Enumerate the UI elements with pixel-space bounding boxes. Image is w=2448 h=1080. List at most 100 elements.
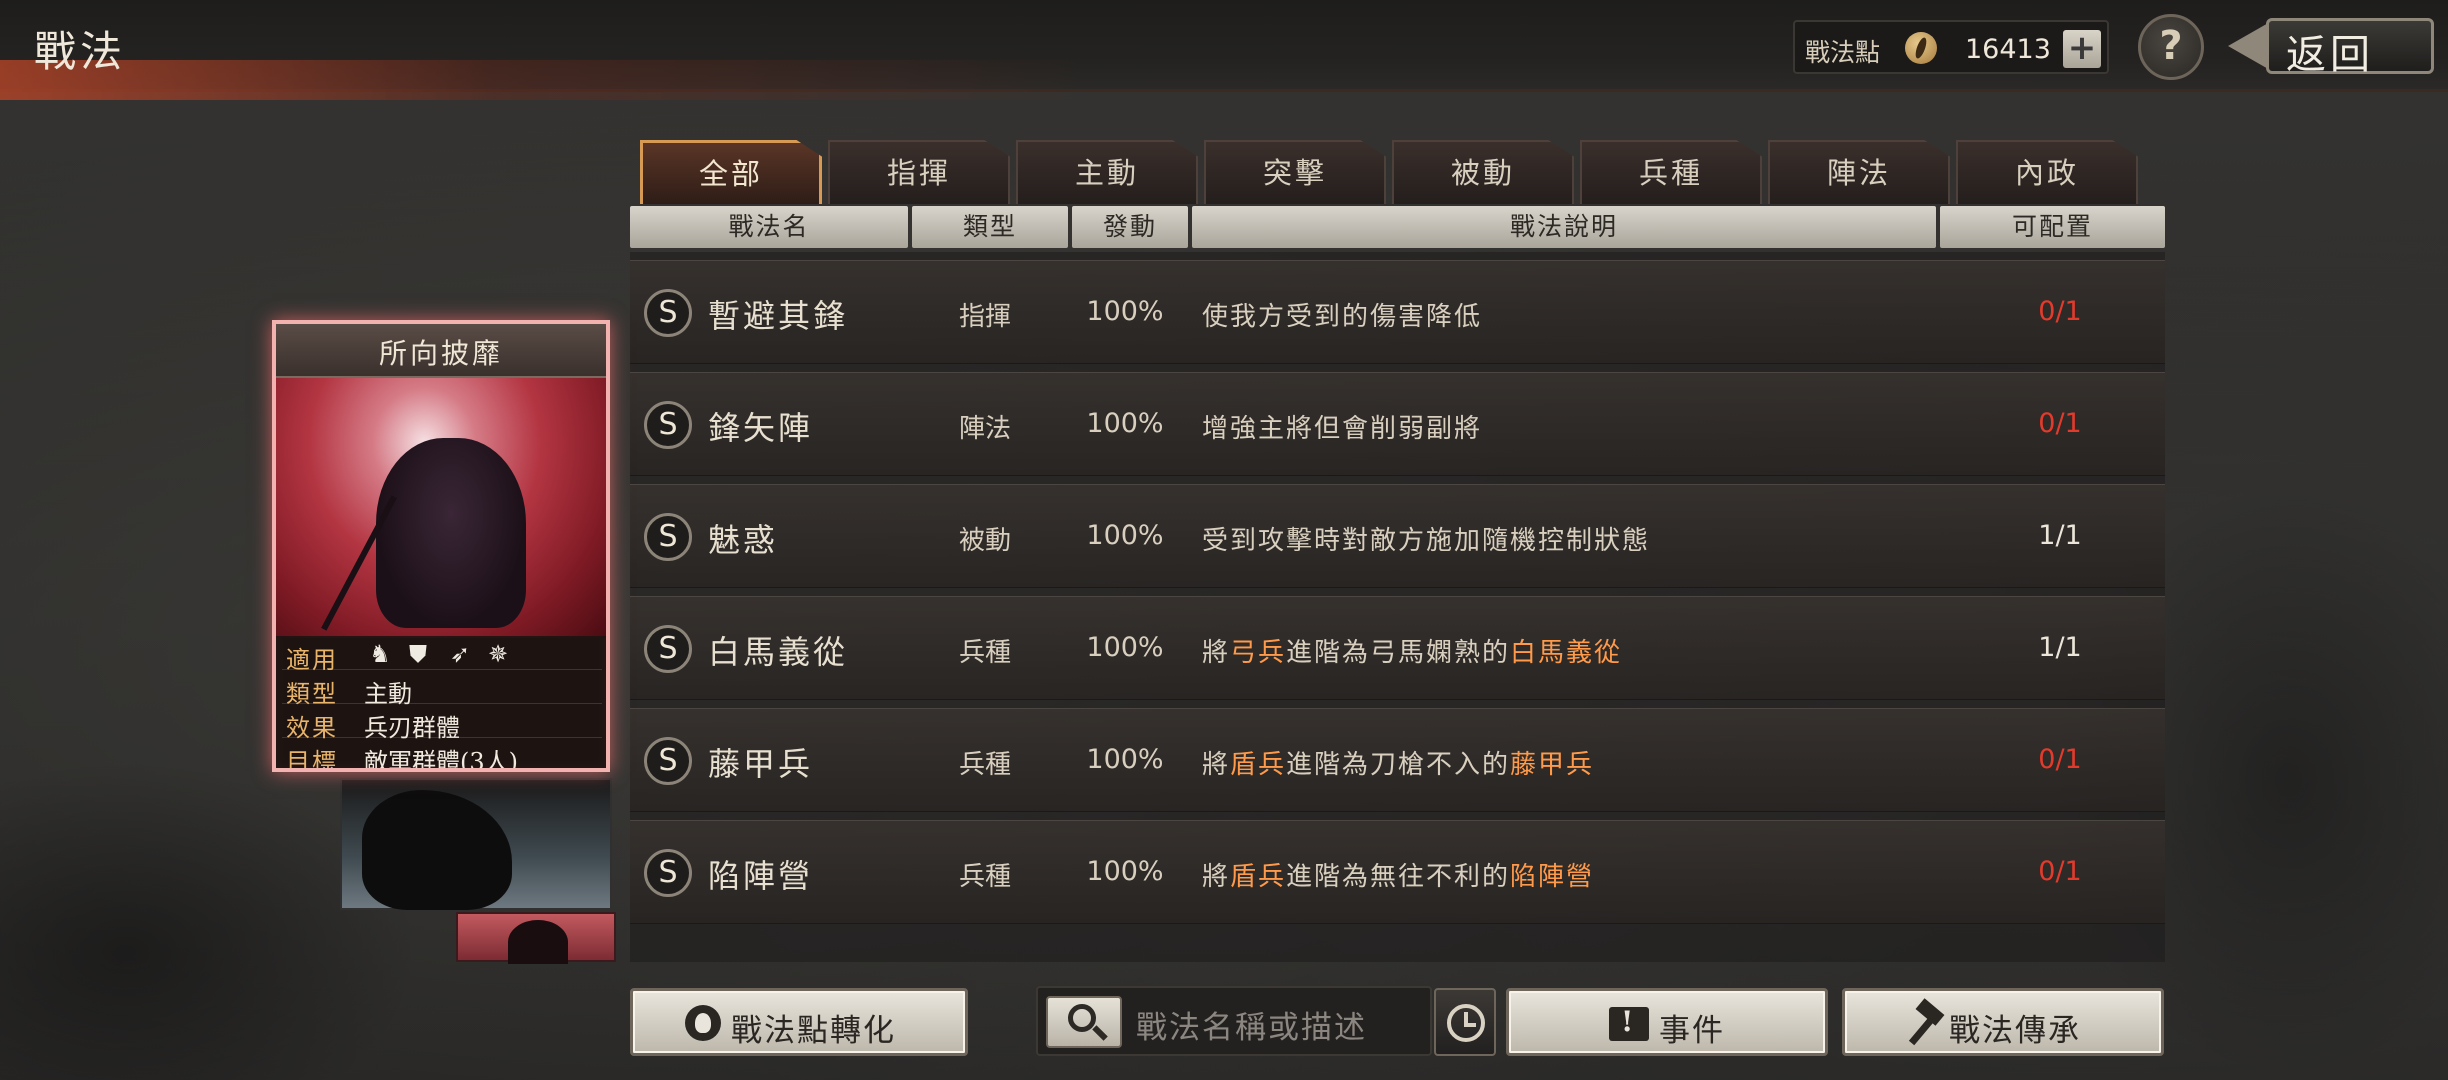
column-header-rate[interactable]: 發動 bbox=[1072, 206, 1188, 248]
category-tabs: 全部 指揮 主動 突擊 被動 兵種 陣法 內政 bbox=[640, 140, 2150, 204]
tactic-slots: 0/1 bbox=[2038, 296, 2082, 327]
grade-badge: S bbox=[644, 737, 692, 785]
tactic-row[interactable]: S 白馬義從 兵種 100% 將弓兵進階為弓馬嫻熟的白馬義從 1/1 bbox=[630, 596, 2165, 700]
chariot-icon: ✵ bbox=[487, 640, 509, 668]
card-info-value: 主動 bbox=[364, 680, 412, 708]
description-text: 將 bbox=[1202, 750, 1231, 780]
tab-all[interactable]: 全部 bbox=[640, 140, 822, 204]
shield-icon: ⛊ bbox=[409, 640, 427, 668]
tactic-type: 兵種 bbox=[958, 750, 1011, 780]
tactic-activation-rate: 100% bbox=[1086, 296, 1164, 327]
archer-icon: ➶ bbox=[449, 640, 471, 668]
description-text: 進階為無往不利的 bbox=[1286, 862, 1511, 892]
card-silhouette bbox=[508, 920, 568, 964]
card-info-target: 目標 敵軍群體(3人) bbox=[282, 740, 602, 772]
back-arrow-icon bbox=[2228, 22, 2270, 70]
description-highlight: 盾兵 bbox=[1230, 750, 1287, 780]
description-highlight: 弓兵 bbox=[1230, 638, 1287, 668]
tactic-type: 陣法 bbox=[958, 414, 1011, 444]
tactic-name: 藤甲兵 bbox=[708, 745, 814, 783]
add-points-button[interactable]: + bbox=[2063, 30, 2101, 68]
column-header-name[interactable]: 戰法名 bbox=[630, 206, 908, 248]
tactics-list[interactable]: S 暫避其鋒 指揮 100% 使我方受到的傷害降低 0/1 S 鋒矢陣 陣法 100% 增強主將但會… bbox=[630, 252, 2165, 962]
tab-troop[interactable]: 兵種 bbox=[1580, 140, 1762, 204]
tactic-slots: 0/1 bbox=[2038, 408, 2082, 439]
column-header-slots[interactable]: 可配置 bbox=[1940, 206, 2165, 248]
grade-badge: S bbox=[644, 513, 692, 561]
convert-points-label: 戰法點轉化 bbox=[731, 1013, 896, 1049]
tactic-description: 將盾兵進階為刀槍不入的藤甲兵 bbox=[1202, 744, 1594, 781]
tactic-row[interactable]: S 暫避其鋒 指揮 100% 使我方受到的傷害降低 0/1 bbox=[630, 260, 2165, 364]
description-highlight: 藤甲兵 bbox=[1510, 750, 1595, 780]
tactic-name: 鋒矢陣 bbox=[708, 409, 814, 447]
tab-assault[interactable]: 突擊 bbox=[1204, 140, 1386, 204]
tactic-slots: 0/1 bbox=[2038, 856, 2082, 887]
tactic-row[interactable]: S 陷陣營 兵種 100% 將盾兵進階為無往不利的陷陣營 0/1 bbox=[630, 820, 2165, 924]
tactic-type: 兵種 bbox=[958, 638, 1011, 668]
tactic-points-label: 戰法點 bbox=[1805, 38, 1881, 67]
back-button-label: 返回 bbox=[2286, 32, 2374, 78]
card-silhouette bbox=[362, 790, 512, 910]
event-book-icon bbox=[1609, 1005, 1649, 1041]
tactic-row[interactable]: S 藤甲兵 兵種 100% 將盾兵進階為刀槍不入的藤甲兵 0/1 bbox=[630, 708, 2165, 812]
card-info-key: 適用 bbox=[286, 646, 338, 674]
stacked-card-art bbox=[340, 778, 612, 910]
tab-passive[interactable]: 被動 bbox=[1392, 140, 1574, 204]
description-text: 將 bbox=[1202, 638, 1231, 668]
flame-icon bbox=[685, 1005, 721, 1041]
description-text: 將 bbox=[1202, 862, 1231, 892]
top-bar: 戰法 戰法點 16413 + ? 返回 bbox=[0, 0, 2448, 100]
help-button[interactable]: ? bbox=[2138, 14, 2204, 80]
card-info-value: 敵軍群體(3人) bbox=[364, 748, 518, 772]
warrior-silhouette bbox=[376, 438, 526, 628]
convert-points-button[interactable]: 戰法點轉化 bbox=[630, 988, 968, 1056]
tactic-description: 增強主將但會削弱副將 bbox=[1202, 408, 1482, 445]
grade-badge: S bbox=[644, 401, 692, 449]
tactic-name: 魅惑 bbox=[708, 521, 779, 559]
search-icon[interactable] bbox=[1046, 996, 1122, 1048]
tactic-row[interactable]: S 鋒矢陣 陣法 100% 增強主將但會削弱副將 0/1 bbox=[630, 372, 2165, 476]
tactic-row[interactable]: S 魅惑 被動 100% 受到攻擊時對敵方施加隨機控制狀態 1/1 bbox=[630, 484, 2165, 588]
tactic-activation-rate: 100% bbox=[1086, 408, 1164, 439]
tab-internal[interactable]: 內政 bbox=[1956, 140, 2138, 204]
tactic-activation-rate: 100% bbox=[1086, 520, 1164, 551]
tactic-activation-rate: 100% bbox=[1086, 744, 1164, 775]
tactic-description: 將盾兵進階為無往不利的陷陣營 bbox=[1202, 856, 1594, 893]
grade-badge: S bbox=[644, 625, 692, 673]
history-button[interactable] bbox=[1434, 988, 1496, 1056]
cavalry-icon: ♞ bbox=[369, 640, 391, 668]
grade-badge: S bbox=[644, 849, 692, 897]
card-title-bar: 所向披靡 bbox=[276, 324, 606, 378]
card-info-type: 類型 主動 bbox=[282, 672, 602, 708]
card-info-key: 效果 bbox=[286, 714, 338, 742]
description-text: 增強主將但會削弱副將 bbox=[1202, 414, 1483, 444]
back-button[interactable]: 返回 bbox=[2228, 12, 2436, 80]
search-input[interactable]: 戰法名稱或描述 bbox=[1136, 1002, 1367, 1047]
card-info-value: 兵刃群體 bbox=[364, 714, 460, 742]
tactic-type: 被動 bbox=[958, 526, 1011, 556]
inherit-tactic-button[interactable]: 戰法傳承 bbox=[1842, 988, 2164, 1056]
description-text: 進階為弓馬嫻熟的 bbox=[1286, 638, 1511, 668]
selected-tactic-card[interactable]: 所向披靡 適用 ♞ ⛊ ➶ ✵ 類型 主動 效果 兵刃群體 目標 敵軍群體(3人… bbox=[272, 320, 610, 772]
description-text: 進階為刀槍不入的 bbox=[1286, 750, 1511, 780]
tactic-slots: 1/1 bbox=[2038, 520, 2082, 551]
tactic-slots: 0/1 bbox=[2038, 744, 2082, 775]
title-glow bbox=[0, 60, 1100, 100]
column-header-type[interactable]: 類型 bbox=[912, 206, 1068, 248]
tactic-name: 陷陣營 bbox=[708, 857, 814, 895]
card-info-effect: 效果 兵刃群體 bbox=[282, 706, 602, 742]
search-lens bbox=[1068, 1004, 1096, 1032]
description-highlight: 陷陣營 bbox=[1510, 862, 1595, 892]
events-label: 事件 bbox=[1659, 1013, 1725, 1049]
search-box[interactable]: 戰法名稱或描述 bbox=[1036, 986, 1432, 1056]
card-title: 所向披靡 bbox=[378, 337, 503, 370]
grade-badge: S bbox=[644, 289, 692, 337]
tab-active[interactable]: 主動 bbox=[1016, 140, 1198, 204]
tactic-type: 兵種 bbox=[958, 862, 1011, 892]
tab-command[interactable]: 指揮 bbox=[828, 140, 1010, 204]
column-header-description: 戰法說明 bbox=[1192, 206, 1936, 248]
table-header: 戰法名 類型 發動 戰法說明 可配置 bbox=[630, 206, 2165, 248]
tab-formation[interactable]: 陣法 bbox=[1768, 140, 1950, 204]
clock-hand bbox=[1464, 1023, 1476, 1027]
events-button[interactable]: 事件 bbox=[1506, 988, 1828, 1056]
